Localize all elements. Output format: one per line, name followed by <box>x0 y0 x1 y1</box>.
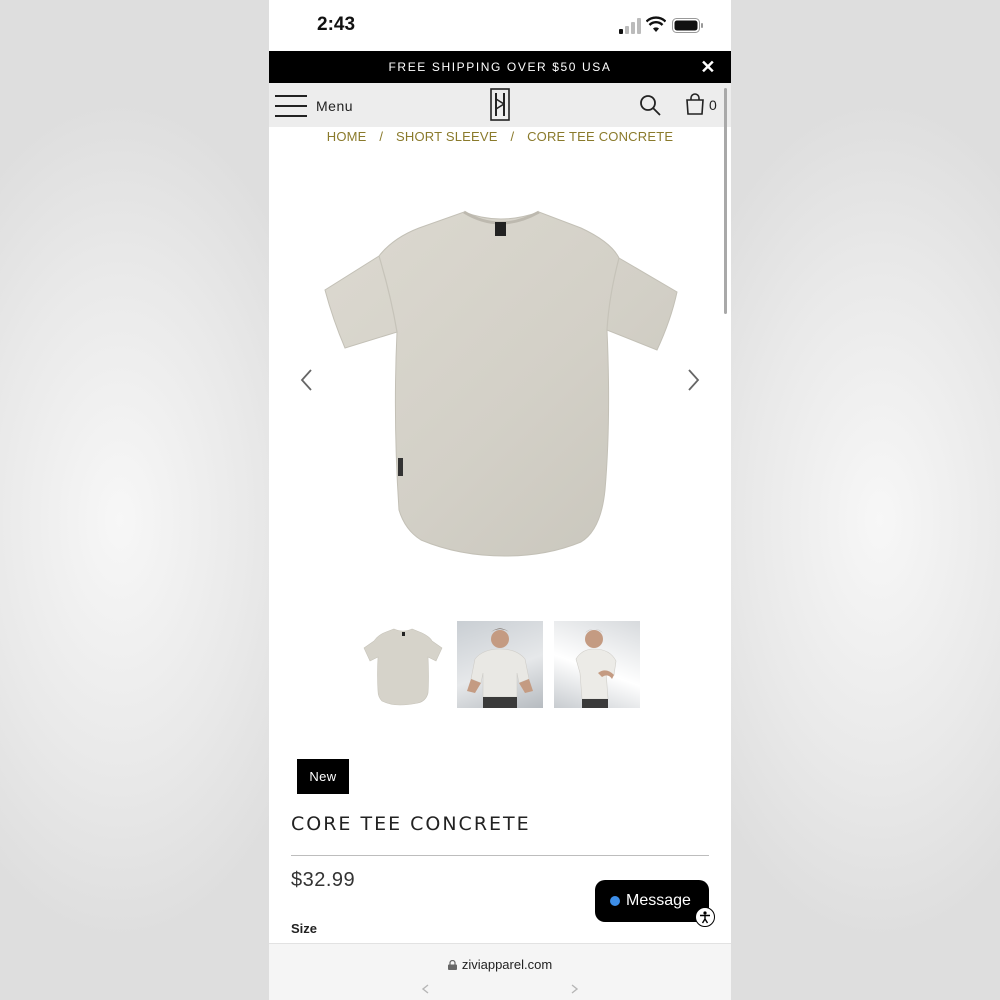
accessibility-icon[interactable] <box>695 907 715 927</box>
chevron-right-icon[interactable] <box>565 984 583 994</box>
message-label: Message <box>626 892 691 909</box>
lock-icon <box>447 960 457 970</box>
cart-count: 0 <box>709 97 717 113</box>
breadcrumb-short-sleeve[interactable]: SHORT SLEEVE <box>396 129 498 144</box>
close-icon[interactable]: ✕ <box>700 57 717 77</box>
thumbnail-model-side[interactable] <box>554 621 640 708</box>
thumbnail-strip <box>269 621 731 709</box>
breadcrumb-separator: / <box>379 129 384 144</box>
size-label: Size <box>291 921 318 936</box>
promo-text: FREE SHIPPING OVER $50 USA <box>388 60 612 74</box>
breadcrumb: HOME / SHORT SLEEVE / CORE TEE CONCRETE <box>269 129 731 144</box>
chevron-left-icon[interactable] <box>417 984 435 994</box>
url-field[interactable]: ziviapparel.com <box>269 957 731 972</box>
breadcrumb-separator: / <box>510 129 515 144</box>
url-text: ziviapparel.com <box>461 957 553 972</box>
new-badge: New <box>297 759 349 794</box>
status-bar: 2:43 <box>269 0 731 50</box>
wifi-icon <box>646 16 666 32</box>
scrollbar[interactable] <box>724 88 727 314</box>
signal-icon <box>619 18 641 34</box>
chevron-right-icon[interactable] <box>683 366 703 394</box>
battery-icon <box>672 18 703 33</box>
hamburger-icon <box>275 95 307 117</box>
site-header: Menu 0 <box>269 83 731 127</box>
divider <box>291 855 709 856</box>
browser-address-bar: ziviapparel.com <box>269 943 731 1000</box>
phone-screen: 2:43 FREE SHIPPING OVER $50 USA ✕ Menu 0… <box>269 0 731 1000</box>
product-price: $32.99 <box>291 869 356 891</box>
status-time: 2:43 <box>317 14 356 35</box>
online-dot-icon <box>610 896 620 906</box>
chevron-left-icon[interactable] <box>297 366 317 394</box>
search-icon[interactable] <box>639 94 661 116</box>
thumbnail-flat-tee[interactable] <box>360 621 446 708</box>
breadcrumb-current[interactable]: CORE TEE CONCRETE <box>527 129 673 144</box>
menu-button[interactable]: Menu <box>275 93 353 119</box>
message-chat-button[interactable]: Message <box>595 880 709 922</box>
bag-icon[interactable] <box>685 93 705 115</box>
logo[interactable] <box>490 88 510 121</box>
promo-bar: FREE SHIPPING OVER $50 USA ✕ <box>269 51 731 83</box>
product-image[interactable] <box>319 200 681 560</box>
thumbnail-model-front[interactable] <box>457 621 543 708</box>
breadcrumb-home[interactable]: HOME <box>327 129 367 144</box>
product-title: CORE TEE CONCRETE <box>291 813 531 835</box>
menu-label: Menu <box>316 98 354 114</box>
